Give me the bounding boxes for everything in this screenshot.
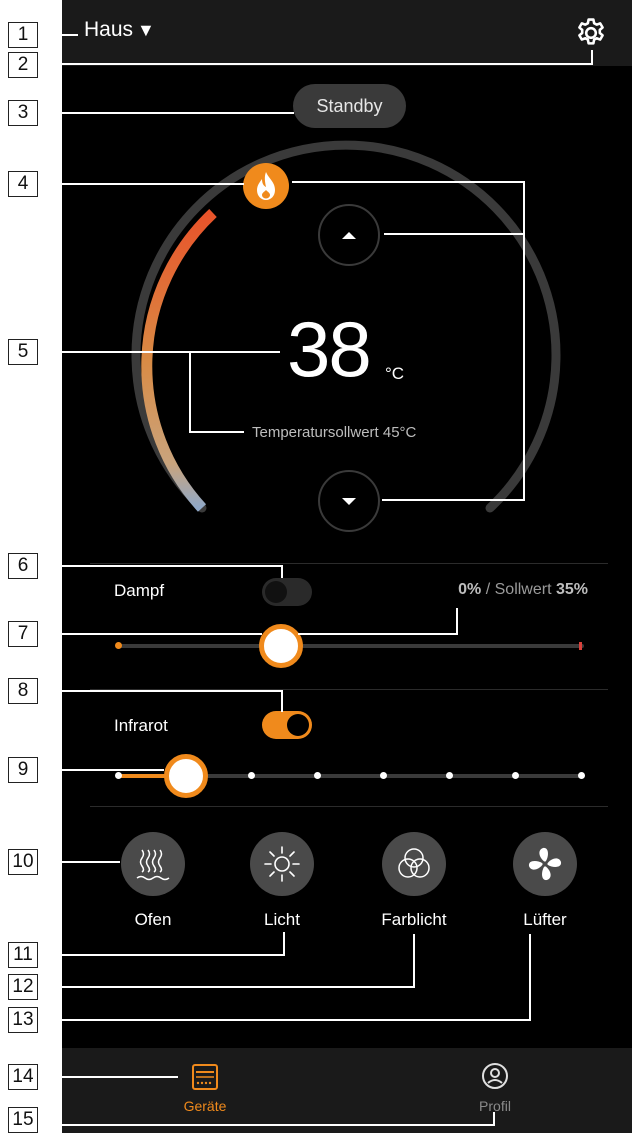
callout-12: 12	[8, 974, 38, 1000]
callout-2: 2	[8, 52, 38, 78]
callout-8: 8	[8, 678, 38, 704]
callout-7: 7	[8, 621, 38, 647]
callout-13: 13	[8, 1007, 38, 1033]
callout-9: 9	[8, 757, 38, 783]
callout-11: 11	[8, 942, 38, 968]
callout-3: 3	[8, 100, 38, 126]
callout-lines	[38, 34, 593, 1126]
callout-5: 5	[8, 339, 38, 365]
callout-4: 4	[8, 171, 38, 197]
callout-14: 14	[8, 1064, 38, 1090]
callout-6: 6	[8, 553, 38, 579]
callout-10: 10	[8, 849, 38, 875]
callout-1: 1	[8, 22, 38, 48]
callout-15: 15	[8, 1107, 38, 1133]
